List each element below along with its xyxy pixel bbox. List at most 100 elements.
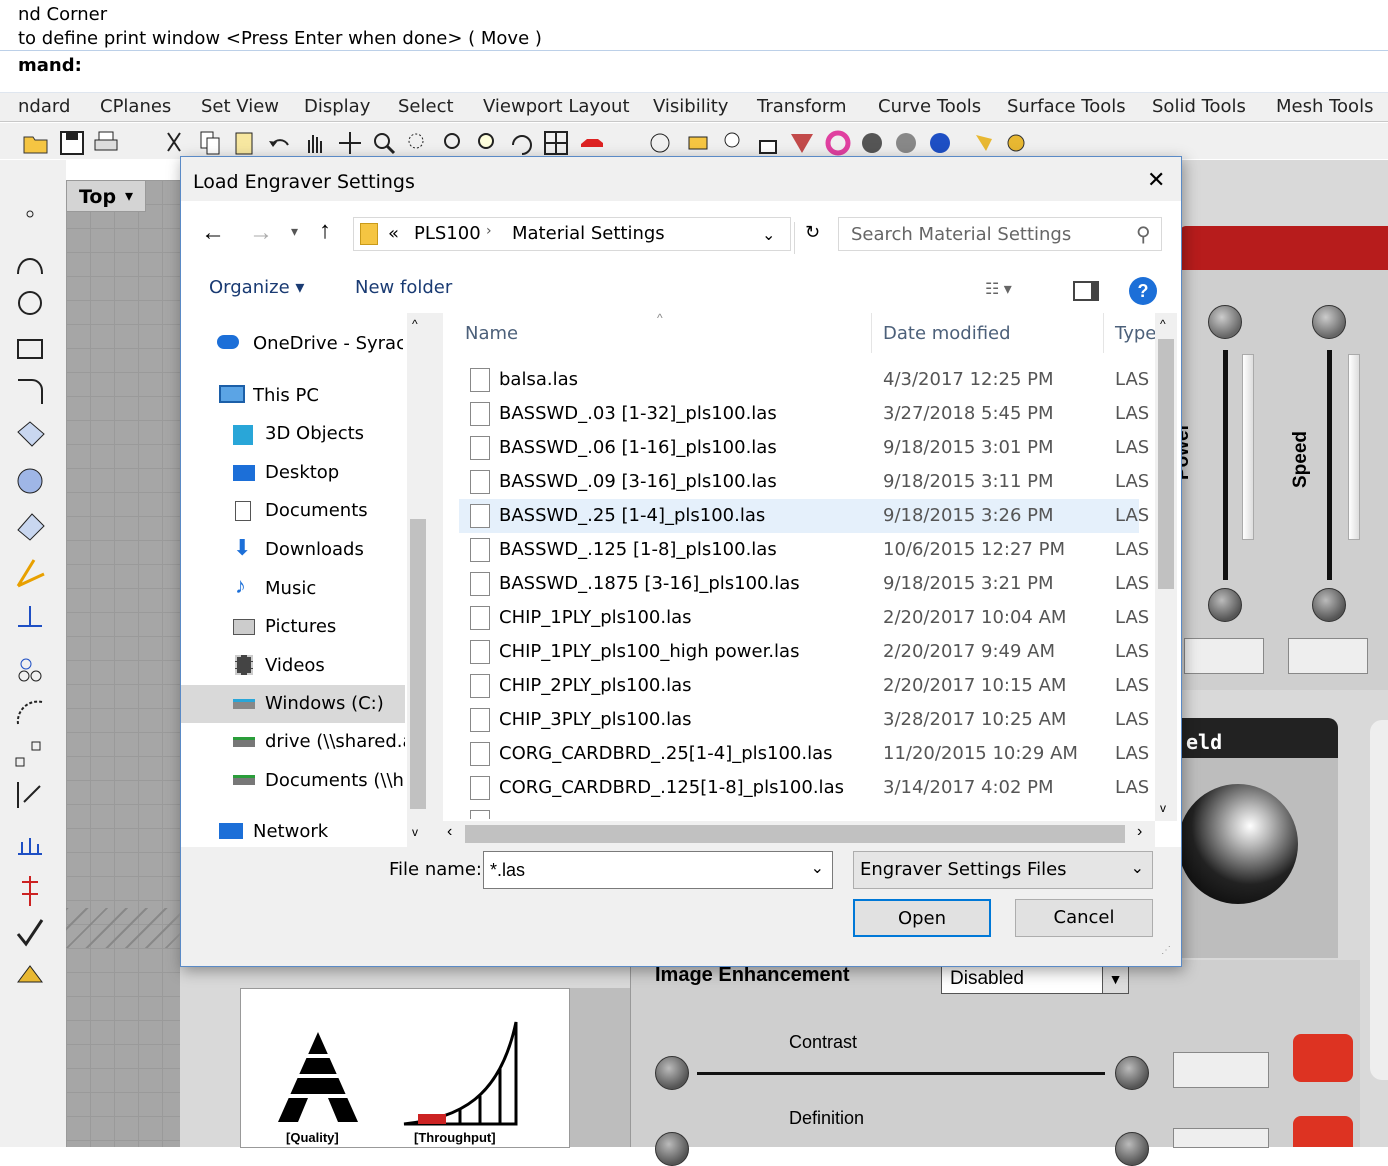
tree-scrollbar[interactable]: ^ v: [407, 313, 429, 847]
project-icon[interactable]: [14, 778, 50, 812]
address-dropdown-icon[interactable]: ⌄: [762, 225, 775, 244]
save-icon[interactable]: [58, 129, 86, 157]
enhancement-select[interactable]: Disabled ▼: [941, 964, 1129, 994]
zoom-extents-icon[interactable]: [440, 129, 468, 157]
open-folder-icon[interactable]: [22, 129, 50, 157]
zoom-window-icon[interactable]: [404, 129, 432, 157]
tab-mesh-tools[interactable]: Mesh Tools: [1276, 96, 1373, 117]
pan-hand-icon[interactable]: [300, 129, 328, 157]
column-header-name[interactable]: Name: [465, 323, 518, 344]
scroll-left-icon[interactable]: ‹: [447, 823, 452, 841]
tree-item-desktop[interactable]: Desktop: [265, 462, 339, 483]
file-row[interactable]: CHIP_1PLY_pls100_high power.las 2/20/2017…: [459, 635, 1155, 669]
material-icon[interactable]: [788, 129, 816, 157]
column-header-date-modified[interactable]: Date modified: [883, 323, 1011, 344]
rendered-sphere-icon[interactable]: [892, 129, 920, 157]
tab-cplanes[interactable]: CPlanes: [100, 96, 171, 117]
command-prompt[interactable]: mand:: [18, 55, 82, 76]
render-tools-icon[interactable]: [14, 958, 50, 992]
file-list-vertical-scrollbar[interactable]: ^ v: [1155, 313, 1177, 821]
file-row[interactable]: BASSWD_.1875 [3-16]_pls100.las 9/18/2015 …: [459, 567, 1155, 601]
lock-icon[interactable]: [754, 129, 782, 157]
contrast-value-field[interactable]: [1173, 1052, 1269, 1088]
speed-value-field[interactable]: [1288, 638, 1368, 674]
file-row[interactable]: BASSWD_.125 [1-8]_pls100.las 10/6/2015 12…: [459, 533, 1155, 567]
file-type-select[interactable]: Engraver Settings Files ⌄: [853, 851, 1153, 889]
cancel-button[interactable]: Cancel: [1015, 899, 1153, 937]
check-icon[interactable]: [14, 916, 50, 950]
viewport-grid-icon[interactable]: [542, 129, 570, 157]
rotate-view-icon[interactable]: [508, 129, 536, 157]
tab-select[interactable]: Select: [398, 96, 454, 117]
speed-minus-button[interactable]: [1312, 588, 1346, 622]
breadcrumb-pls100[interactable]: PLS100: [414, 223, 481, 244]
paste-icon[interactable]: [230, 129, 258, 157]
print-icon[interactable]: [92, 129, 120, 157]
tree-item-documents-network[interactable]: Documents (\\h: [265, 770, 405, 791]
scroll-right-icon[interactable]: ›: [1137, 823, 1142, 841]
solid-sphere-icon[interactable]: [14, 464, 50, 498]
tree-item-downloads[interactable]: Downloads: [265, 539, 364, 560]
undo-icon[interactable]: [266, 129, 294, 157]
render-icon[interactable]: [926, 129, 954, 157]
resize-grip-icon[interactable]: ⋰: [1161, 945, 1171, 956]
light-bulb-icon[interactable]: [718, 129, 746, 157]
curve-icon[interactable]: [14, 246, 50, 280]
red-action-button[interactable]: [1293, 1034, 1353, 1082]
search-icon[interactable]: ⚲: [1136, 222, 1151, 246]
color-wheel-icon[interactable]: [824, 129, 852, 157]
tree-item-drive-shared[interactable]: drive (\\shared.a: [265, 731, 405, 752]
file-row[interactable]: BASSWD_.03 [1-32]_pls100.las 3/27/2018 5:…: [459, 397, 1155, 431]
up-arrow-icon[interactable]: ↑: [319, 217, 331, 245]
car-icon[interactable]: [578, 129, 606, 157]
file-row[interactable]: CHIP_1PLY_pls100.las 2/20/2017 10:04 AM LA…: [459, 601, 1155, 635]
shaded-sphere-icon[interactable]: [858, 129, 886, 157]
point-icon[interactable]: [14, 208, 50, 242]
red-action-button-2[interactable]: [1293, 1116, 1353, 1147]
tab-standard[interactable]: ndard: [18, 96, 70, 117]
new-folder-button[interactable]: New folder: [355, 277, 452, 298]
tab-solid-tools[interactable]: Solid Tools: [1152, 96, 1246, 117]
breadcrumb-material-settings[interactable]: Material Settings: [512, 223, 665, 244]
measure-icon[interactable]: [14, 874, 50, 908]
power-slider[interactable]: [1223, 350, 1228, 580]
chevron-down-icon[interactable]: ⌄: [1131, 858, 1144, 878]
chevron-down-icon[interactable]: ▾: [125, 186, 133, 206]
refresh-icon[interactable]: ↻: [794, 222, 830, 254]
definition-decrease-button[interactable]: [655, 1132, 689, 1166]
contrast-slider[interactable]: [697, 1072, 1105, 1075]
viewport-label[interactable]: Top ▾: [66, 180, 146, 212]
speed-plus-button[interactable]: [1312, 305, 1346, 339]
tree-item-3d-objects[interactable]: 3D Objects: [265, 423, 364, 444]
tree-item-this-pc[interactable]: This PC: [253, 385, 319, 406]
definition-value-field[interactable]: [1173, 1128, 1269, 1148]
analyze-icon[interactable]: [14, 830, 50, 864]
viewport-top[interactable]: [66, 180, 190, 1147]
tab-transform[interactable]: Transform: [757, 96, 847, 117]
chevron-down-icon[interactable]: ⌄: [811, 858, 824, 878]
zoom-icon[interactable]: [370, 129, 398, 157]
file-row[interactable]: CHIP_3PLY_pls100.las 3/28/2017 10:25 AM LA…: [459, 703, 1155, 737]
open-button[interactable]: Open: [853, 899, 991, 937]
layer-icon[interactable]: [684, 129, 712, 157]
move-icon[interactable]: [336, 129, 364, 157]
change-view-icon[interactable]: ☷ ▾: [985, 279, 1012, 299]
breadcrumb-overflow[interactable]: «: [388, 223, 399, 244]
speed-slider[interactable]: [1327, 350, 1332, 580]
contrast-decrease-button[interactable]: [655, 1056, 689, 1090]
chevron-down-icon[interactable]: ▼: [1102, 965, 1128, 993]
close-icon[interactable]: ✕: [1147, 167, 1165, 193]
preview-pane-icon[interactable]: [1073, 281, 1099, 301]
rectangle-icon[interactable]: [14, 332, 50, 366]
explode-icon[interactable]: [14, 556, 50, 590]
help-icon[interactable]: ?: [1129, 277, 1157, 305]
scroll-down-icon[interactable]: v: [1160, 801, 1166, 815]
field-dial[interactable]: [1178, 784, 1298, 904]
power-plus-button[interactable]: [1208, 305, 1242, 339]
fillet-curve-icon[interactable]: [14, 374, 50, 408]
search-box[interactable]: Search Material Settings ⚲: [838, 217, 1162, 251]
column-header-type[interactable]: Type: [1115, 323, 1156, 344]
copy-icon[interactable]: [196, 129, 224, 157]
tab-viewport-layout[interactable]: Viewport Layout: [483, 96, 630, 117]
file-row-highlighted[interactable]: BASSWD_.25 [1-4]_pls100.las 9/18/2015 3:2…: [459, 499, 1155, 533]
